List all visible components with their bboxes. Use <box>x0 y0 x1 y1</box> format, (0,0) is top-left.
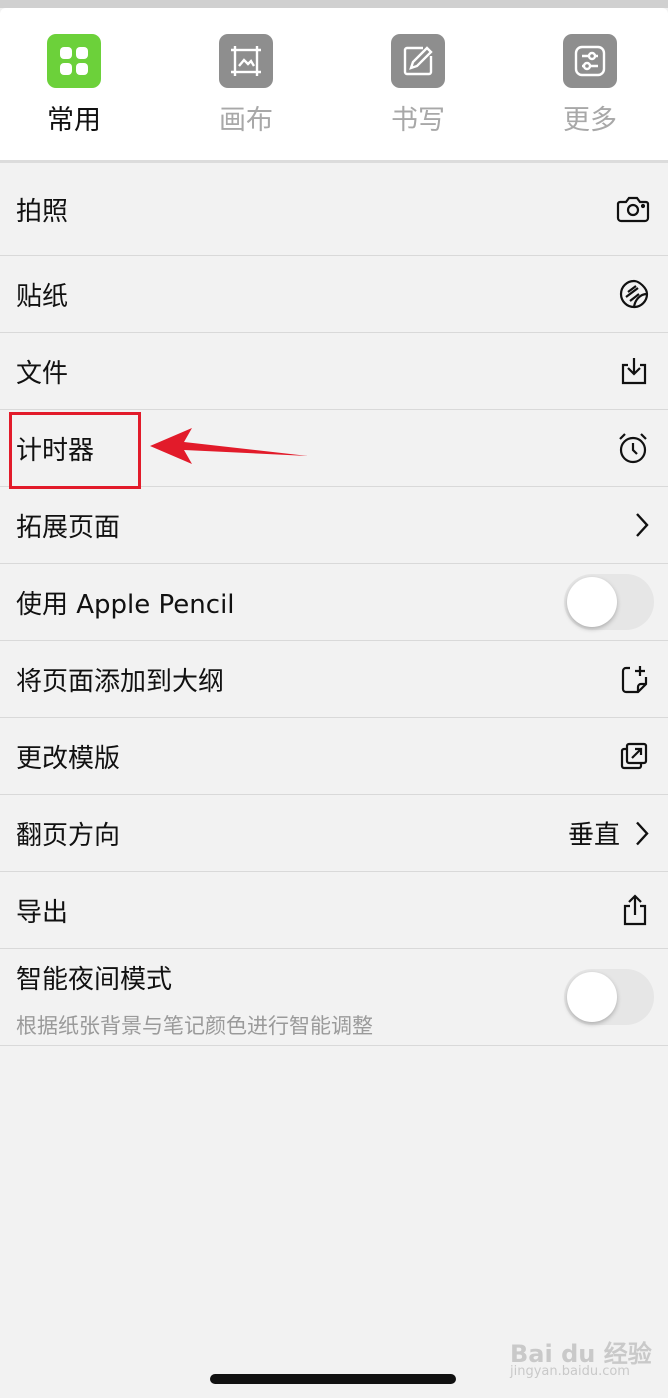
pencil-icon <box>391 34 445 88</box>
download-tray-icon <box>621 358 647 385</box>
tab-common[interactable]: 常用 <box>14 34 134 154</box>
menu-item-label: 拓展页面 <box>16 512 121 543</box>
night-mode-toggle[interactable] <box>564 969 654 1025</box>
menu-item-add-to-outline[interactable]: 将页面添加到大纲 <box>0 641 668 718</box>
menu-item-label: 拍照 <box>16 196 69 227</box>
toggle-knob <box>567 972 617 1022</box>
menu-item-photo[interactable]: 拍照 <box>0 163 668 256</box>
menu-item-label: 导出 <box>16 897 69 928</box>
tab-canvas[interactable]: 画布 <box>186 34 306 154</box>
chevron-right-icon <box>636 513 649 537</box>
menu-item-night-mode: 智能夜间模式 根据纸张背景与笔记颜色进行智能调整 <box>0 949 668 1046</box>
menu-item-sticker[interactable]: 贴纸 <box>0 256 668 333</box>
watermark-url: jingyan.baidu.com <box>510 1364 630 1379</box>
swap-template-icon <box>620 742 648 770</box>
menu-item-label: 使用 Apple Pencil <box>16 589 235 620</box>
menu-item-page-direction[interactable]: 翻页方向 垂直 <box>0 795 668 872</box>
home-indicator[interactable] <box>210 1374 456 1384</box>
tab-label: 更多 <box>563 105 617 136</box>
menu-item-label: 将页面添加到大纲 <box>16 666 225 697</box>
grid-icon <box>47 34 101 88</box>
sheet-top-edge <box>0 0 668 8</box>
canvas-icon <box>219 34 273 88</box>
tab-bar: 常用 画布 书写 更多 <box>0 8 668 160</box>
menu-list: 拍照 贴纸 文件 计时器 拓展页面 使用 Apple Pencil 将页面添加到… <box>0 163 668 1046</box>
alarm-clock-icon <box>619 433 647 464</box>
menu-item-label: 贴纸 <box>16 281 69 312</box>
chevron-right-icon <box>636 821 649 845</box>
tab-writing[interactable]: 书写 <box>358 34 478 154</box>
menu-item-label: 更改模版 <box>16 743 121 774</box>
page-direction-value: 垂直 <box>567 820 620 851</box>
sliders-icon <box>563 34 617 88</box>
menu-item-apple-pencil: 使用 Apple Pencil <box>0 564 668 641</box>
sticker-icon <box>619 279 649 309</box>
toggle-knob <box>567 577 617 627</box>
annotation-highlight-box <box>9 412 141 489</box>
watermark: Bai du 经验 jingyan.baidu.com <box>510 1322 660 1382</box>
camera-icon <box>616 196 650 223</box>
menu-item-change-template[interactable]: 更改模版 <box>0 718 668 795</box>
apple-pencil-toggle[interactable] <box>564 574 654 630</box>
menu-item-label: 文件 <box>16 358 69 389</box>
annotation-arrow-icon <box>150 428 308 464</box>
tab-label: 书写 <box>391 105 445 136</box>
share-icon <box>623 894 647 926</box>
menu-item-label: 翻页方向 <box>16 820 121 851</box>
menu-item-extend-page[interactable]: 拓展页面 <box>0 487 668 564</box>
tab-more[interactable]: 更多 <box>530 34 650 154</box>
tab-label: 常用 <box>47 105 101 136</box>
menu-item-export[interactable]: 导出 <box>0 872 668 949</box>
tab-label: 画布 <box>219 105 273 136</box>
add-note-icon <box>621 666 648 694</box>
menu-item-file[interactable]: 文件 <box>0 333 668 410</box>
